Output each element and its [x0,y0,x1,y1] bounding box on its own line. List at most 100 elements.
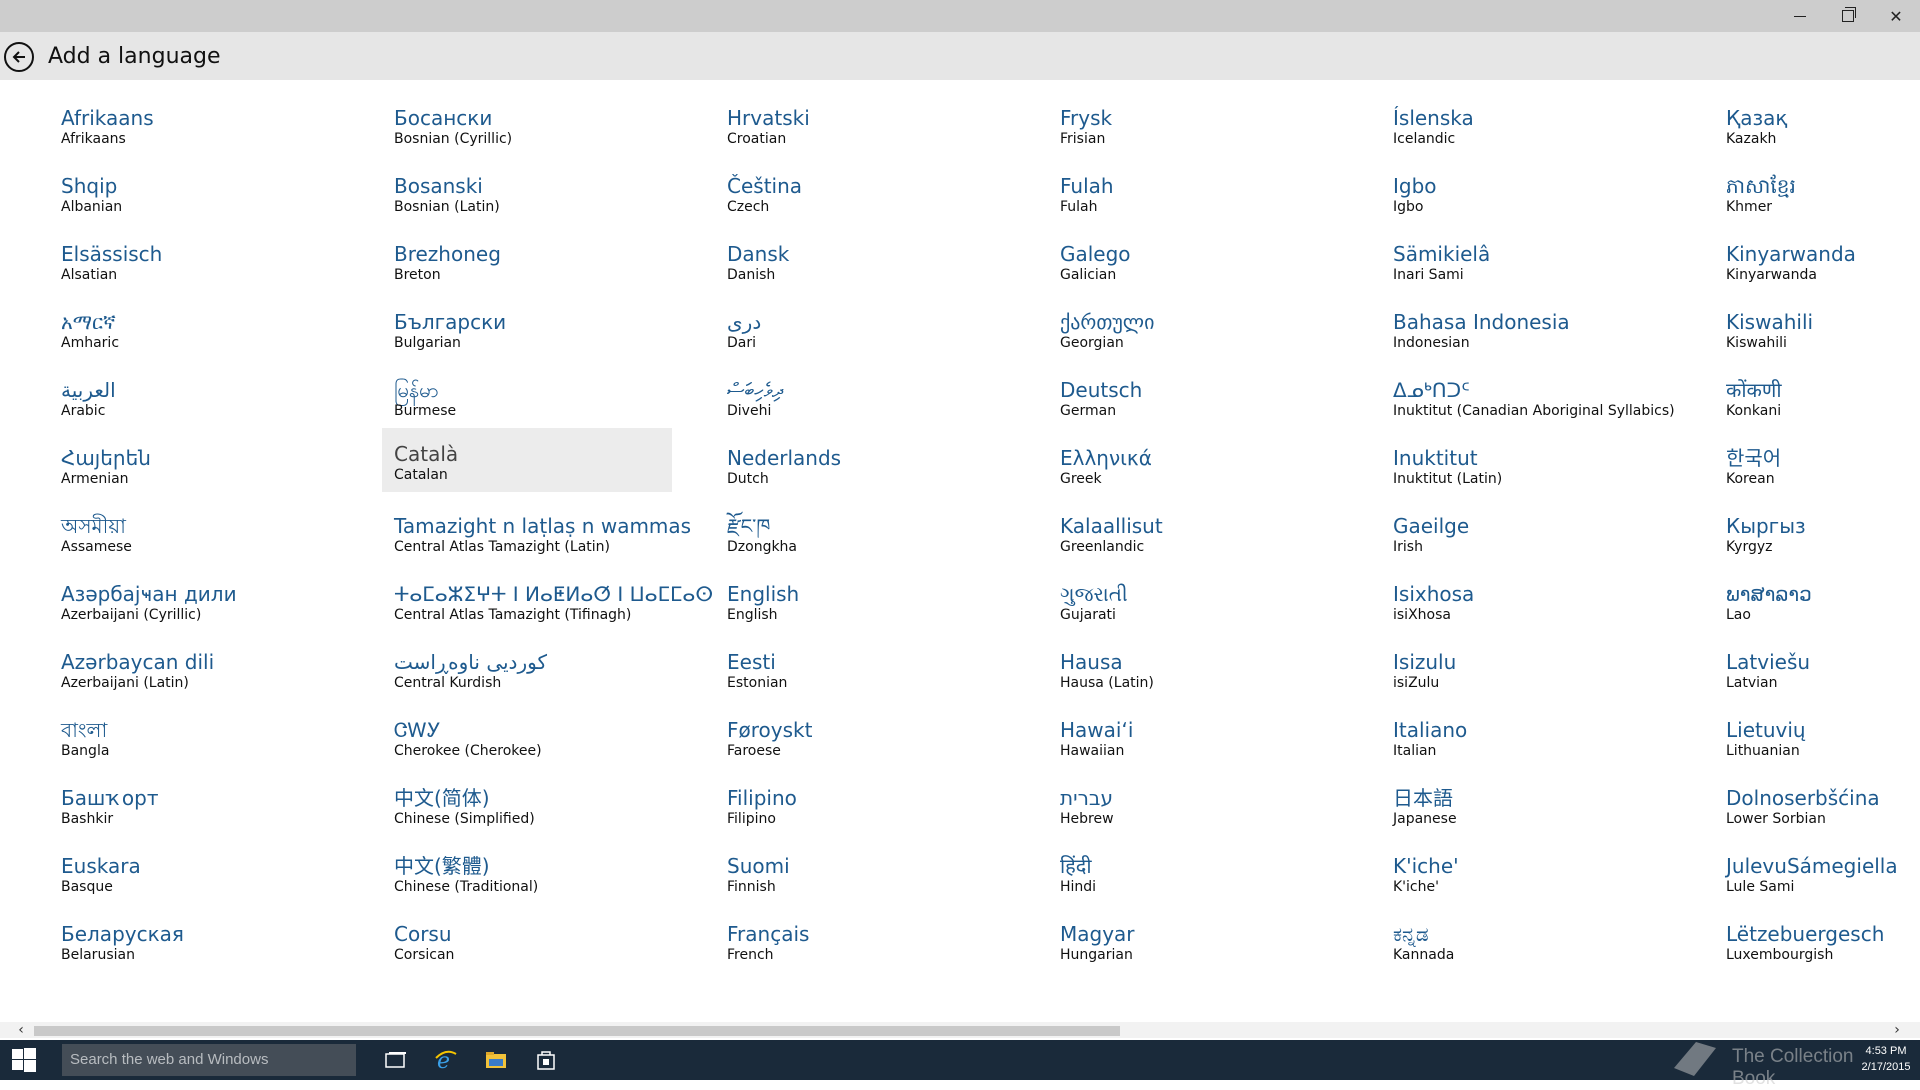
internet-explorer-button[interactable]: e [426,1044,466,1076]
language-item[interactable]: Filipino Filipino [727,764,1017,827]
language-item[interactable]: Galego Galician [1060,220,1350,283]
language-item[interactable]: 한국어 Korean [1726,424,1920,487]
language-english-name: French [727,947,774,963]
language-item[interactable]: Беларуская Belarusian [61,900,351,963]
file-explorer-button[interactable] [476,1044,516,1076]
language-item[interactable]: עברית Hebrew [1060,764,1350,827]
language-native-name: Corsu [394,922,452,946]
language-item[interactable]: ⵜⴰⵎⴰⵣⵉⵖⵜ ⵏ ⵍⴰⵟⵍⴰⵚ ⵏ ⵡⴰⵎⵎⴰⵙ Central Atlas … [394,560,713,623]
language-native-name: Igbo [1393,174,1437,198]
language-item[interactable]: Bosanski Bosnian (Latin) [394,152,684,215]
language-item[interactable]: Dolnoserbšćina Lower Sorbian [1726,764,1920,827]
language-item[interactable]: ᏣᎳᎩ Cherokee (Cherokee) [394,696,684,759]
language-item[interactable]: ދިވެހިބަސް Divehi [727,356,1017,419]
language-item[interactable]: Sämikielâ Inari Sami [1393,220,1683,283]
language-item[interactable]: Lëtzebuergesch Luxembourgish [1726,900,1920,963]
scrollbar-thumb[interactable] [34,1026,1120,1036]
language-item[interactable]: Igbo Igbo [1393,152,1683,215]
language-item[interactable]: Gaeilge Irish [1393,492,1683,555]
language-item[interactable]: Kinyarwanda Kinyarwanda [1726,220,1920,283]
language-item[interactable]: ᐃᓄᒃᑎᑐᑦ Inuktitut (Canadian Aboriginal Syl… [1393,356,1683,419]
language-item[interactable]: ગુજરાતી Gujarati [1060,560,1350,623]
language-item[interactable]: ភាសាខ្មែរ Khmer [1726,152,1920,215]
language-item[interactable]: Euskara Basque [61,832,351,895]
language-item[interactable]: Català Catalan [382,428,672,492]
language-item[interactable]: Tamazight n laṭlaṣ n wammas Central Atlas… [394,492,691,555]
task-view-button[interactable] [376,1044,416,1076]
restore-button[interactable] [1825,0,1871,32]
language-item[interactable]: Hrvatski Croatian [727,84,1017,147]
language-item[interactable]: Eesti Estonian [727,628,1017,691]
language-item[interactable]: Lietuvių Lithuanian [1726,696,1920,759]
language-item[interactable]: कोंकणी Konkani [1726,356,1920,419]
language-item[interactable]: Bahasa Indonesia Indonesian [1393,288,1683,351]
language-item[interactable]: Frysk Frisian [1060,84,1350,147]
language-item[interactable]: Afrikaans Afrikaans [61,84,351,147]
language-item[interactable]: Suomi Finnish [727,832,1017,895]
language-item[interactable]: Kiswahili Kiswahili [1726,288,1920,351]
minimize-button[interactable] [1777,0,1823,32]
language-item[interactable]: Deutsch German [1060,356,1350,419]
language-item[interactable]: 中文(繁體) Chinese (Traditional) [394,832,684,895]
language-item[interactable]: Azərbaycan dili Azerbaijani (Latin) [61,628,351,691]
language-item[interactable]: বাংলা Bangla [61,696,351,759]
language-item[interactable]: Български Bulgarian [394,288,684,351]
language-native-name: ქართული [1060,310,1155,334]
language-item[interactable]: Føroyskt Faroese [727,696,1017,759]
language-item[interactable]: Inuktitut Inuktitut (Latin) [1393,424,1683,487]
horizontal-scrollbar[interactable]: ‹ › [0,1022,1920,1038]
language-item[interactable]: Азәрбајҹан дили Azerbaijani (Cyrillic) [61,560,351,623]
language-item[interactable]: English English [727,560,1017,623]
language-item[interactable]: Français French [727,900,1017,963]
language-item[interactable]: Italiano Italian [1393,696,1683,759]
language-english-name: Gujarati [1060,607,1116,623]
close-button[interactable]: ✕ [1873,0,1919,32]
language-item[interactable]: Čeština Czech [727,152,1017,215]
scroll-left-icon[interactable]: ‹ [12,1022,30,1038]
taskbar-search-input[interactable]: Search the web and Windows [62,1044,356,1076]
language-item[interactable]: Башҡорт Bashkir [61,764,351,827]
language-item[interactable]: Босански Bosnian (Cyrillic) [394,84,684,147]
language-item[interactable]: کوردیی ناوەڕاست Central Kurdish [394,628,684,691]
language-item[interactable]: Elsässisch Alsatian [61,220,351,283]
language-item[interactable]: Dansk Danish [727,220,1017,283]
language-item[interactable]: Magyar Hungarian [1060,900,1350,963]
language-item[interactable]: অসমীয়া Assamese [61,492,351,555]
language-item[interactable]: မြန်မာ Burmese [394,356,684,419]
language-native-name: Brezhoneg [394,242,501,266]
language-item[interactable]: Қазақ Kazakh [1726,84,1920,147]
store-button[interactable] [526,1044,566,1076]
language-native-name: አማርኛ [61,310,116,334]
language-item[interactable]: 中文(简体) Chinese (Simplified) [394,764,684,827]
language-item[interactable]: 日本語 Japanese [1393,764,1683,827]
language-item[interactable]: አማርኛ Amharic [61,288,351,351]
language-item[interactable]: Latviešu Latvian [1726,628,1920,691]
language-item[interactable]: Corsu Corsican [394,900,684,963]
language-item[interactable]: Shqip Albanian [61,152,351,215]
language-item[interactable]: Isizulu isiZulu [1393,628,1683,691]
language-item[interactable]: Кыргыз Kyrgyz [1726,492,1920,555]
language-item[interactable]: K'iche' K'iche' [1393,832,1683,895]
language-item[interactable]: Հայերեն Armenian [61,424,351,487]
language-item[interactable]: ಕನ್ನಡ Kannada [1393,900,1683,963]
language-item[interactable]: Fulah Fulah [1060,152,1350,215]
language-item[interactable]: हिंदी Hindi [1060,832,1350,895]
language-item[interactable]: ພາສາລາວ Lao [1726,560,1920,623]
language-native-name: Suomi [727,854,790,878]
language-item[interactable]: Nederlands Dutch [727,424,1017,487]
language-item[interactable]: ქართული Georgian [1060,288,1350,351]
language-item[interactable]: Kalaallisut Greenlandic [1060,492,1350,555]
language-item[interactable]: Hawaiʻi Hawaiian [1060,696,1350,759]
language-item[interactable]: རྫོང་ཁ Dzongkha [727,492,1017,555]
language-item[interactable]: JulevuSámegiella Lule Sami [1726,832,1920,895]
language-item[interactable]: Hausa Hausa (Latin) [1060,628,1350,691]
start-button[interactable] [0,1040,48,1080]
language-item[interactable]: دری Dari [727,288,1017,351]
language-english-name: Chinese (Traditional) [394,879,539,895]
language-item[interactable]: Íslenska Icelandic [1393,84,1683,147]
back-button[interactable] [4,42,34,72]
language-item[interactable]: Ελληνικά Greek [1060,424,1350,487]
language-item[interactable]: Brezhoneg Breton [394,220,684,283]
language-item[interactable]: العربية Arabic [61,356,351,419]
language-item[interactable]: Isixhosa isiXhosa [1393,560,1683,623]
